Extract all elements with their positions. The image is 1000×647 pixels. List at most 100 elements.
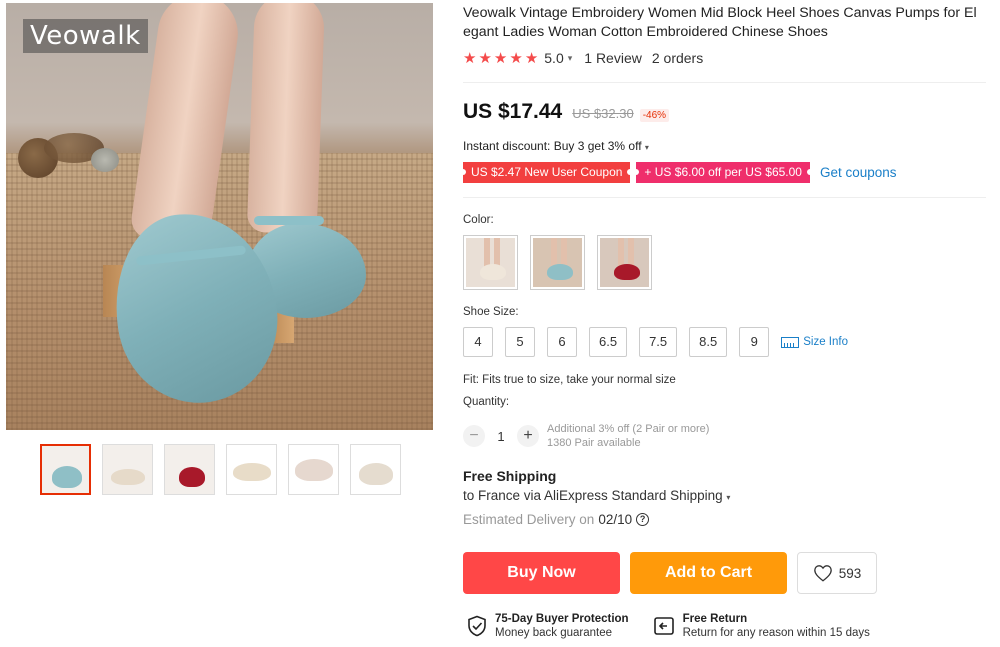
size-info-label: Size Info — [803, 336, 848, 348]
main-product-image[interactable]: Veowalk — [6, 3, 433, 430]
guarantees: 75-Day Buyer Protection Money back guara… — [467, 612, 870, 640]
star-icon: ★ — [493, 49, 508, 67]
size-option-4[interactable]: 4 — [463, 327, 493, 357]
swatch-shoe — [547, 264, 573, 280]
size-option-7-5[interactable]: 7.5 — [639, 327, 678, 357]
size-option-8-5[interactable]: 8.5 — [689, 327, 728, 357]
wishlist-count: 593 — [838, 565, 862, 581]
swatch-image — [533, 238, 582, 287]
size-option-5[interactable]: 5 — [505, 327, 535, 357]
swatch-image — [600, 238, 649, 287]
instant-discount[interactable]: Instant discount: Buy 3 get 3% off ▾ — [463, 139, 649, 153]
thumbnail-2[interactable] — [102, 444, 153, 495]
free-return-subtitle: Return for any reason within 15 days — [682, 627, 870, 639]
shipping-method[interactable]: to France via AliExpress Standard Shippi… — [463, 488, 730, 503]
shield-check-icon — [468, 615, 486, 637]
free-return-title: Free Return — [682, 613, 748, 625]
swatch-image — [466, 238, 515, 287]
image-decor — [91, 148, 119, 172]
size-option-6-5[interactable]: 6.5 — [589, 327, 628, 357]
swatch-shoe — [480, 264, 506, 280]
quantity-label: Quantity: — [463, 396, 510, 408]
chevron-down-icon: ▾ — [726, 493, 731, 502]
thumbnail-3[interactable] — [164, 444, 215, 495]
original-price: US $32.30 — [572, 106, 634, 121]
color-swatch-blue[interactable] — [530, 235, 585, 290]
orders-count: 2 orders — [651, 50, 704, 66]
shipping-method-text: to France via AliExpress Standard Shippi… — [463, 488, 723, 503]
price-row: US $17.44 US $32.30 -46% — [463, 100, 670, 124]
thumbnail-5[interactable] — [288, 444, 339, 495]
delivery-date: 02/10 — [598, 512, 633, 527]
buyer-protection-title: 75-Day Buyer Protection — [495, 613, 629, 625]
quantity-note: Additional 3% off (2 Pair or more) 1380 … — [547, 422, 709, 450]
thumbnail-strip — [40, 444, 401, 495]
ruler-icon — [781, 336, 800, 348]
buyer-protection-text: 75-Day Buyer Protection Money back guara… — [495, 612, 629, 640]
brand-watermark: Veowalk — [23, 19, 148, 53]
fit-note: Fit: Fits true to size, take your normal… — [463, 374, 676, 386]
divider — [463, 197, 986, 198]
quantity-minus-button[interactable]: − — [463, 425, 485, 447]
color-swatches — [463, 235, 652, 290]
star-icon: ★ — [509, 49, 523, 67]
quantity-value[interactable]: 1 — [485, 429, 517, 444]
get-coupons-link[interactable]: Get coupons — [820, 165, 897, 180]
thumbnail-shoe — [111, 469, 145, 485]
return-icon — [653, 617, 674, 635]
thumbnail-1[interactable] — [40, 444, 91, 495]
current-price: US $17.44 — [463, 100, 563, 123]
free-return-text: Free Return Return for any reason within… — [683, 612, 870, 640]
estimated-delivery: Estimated Delivery on 02/10 ? — [463, 512, 650, 527]
size-options: 4 5 6 6.5 7.5 8.5 9 Size Info — [463, 327, 848, 357]
thumbnail-shoe — [52, 466, 82, 488]
swatch-shoe — [614, 264, 640, 280]
wishlist-button[interactable]: 593 — [797, 552, 877, 594]
store-coupon[interactable]: + US $6.00 off per US $65.00 — [633, 162, 813, 183]
buyer-protection[interactable]: 75-Day Buyer Protection Money back guara… — [467, 612, 629, 640]
color-label: Color: — [463, 214, 494, 226]
quantity-plus-button[interactable]: + — [517, 425, 539, 447]
action-buttons: Buy Now Add to Cart 593 — [463, 552, 877, 594]
size-option-6[interactable]: 6 — [547, 327, 577, 357]
star-icon: ★ — [524, 49, 539, 67]
add-to-cart-button[interactable]: Add to Cart — [630, 552, 787, 594]
instant-discount-text: Instant discount: Buy 3 get 3% off — [463, 139, 642, 153]
buyer-protection-subtitle: Money back guarantee — [495, 627, 612, 639]
coupon-row: US $2.47 New User Coupon + US $6.00 off … — [459, 162, 897, 183]
buy-now-button[interactable]: Buy Now — [463, 552, 620, 594]
size-option-9[interactable]: 9 — [739, 327, 770, 357]
help-icon[interactable]: ? — [636, 513, 650, 526]
discount-badge: -46% — [639, 109, 670, 122]
bulk-discount-note: Additional 3% off (2 Pair or more) — [547, 423, 710, 435]
rating-score[interactable]: 5.0 — [544, 50, 563, 66]
size-info-link[interactable]: Size Info — [781, 336, 848, 348]
quantity-stepper: − 1 + Additional 3% off (2 Pair or more)… — [463, 422, 709, 450]
shipping-title: Free Shipping — [463, 468, 557, 484]
delivery-prefix: Estimated Delivery on — [463, 512, 595, 527]
thumbnail-shoe — [179, 467, 205, 487]
star-icon: ★ — [478, 49, 492, 67]
thumbnail-shoe — [233, 463, 271, 481]
free-return[interactable]: Free Return Return for any reason within… — [653, 612, 870, 640]
reviews-link[interactable]: 1 Review — [584, 50, 642, 66]
color-swatch-beige[interactable] — [463, 235, 518, 290]
rating-row: ★ ★ ★ ★ ★ 5.0 ▾ 1 Review 2 orders — [463, 50, 703, 66]
thumbnail-shoe — [359, 463, 393, 485]
chevron-down-icon: ▾ — [644, 143, 649, 152]
chevron-down-icon[interactable]: ▾ — [568, 53, 573, 64]
divider — [463, 82, 986, 83]
star-icon: ★ — [463, 49, 477, 67]
product-title: Veowalk Vintage Embroidery Women Mid Blo… — [463, 5, 977, 40]
stock-available: 1380 Pair available — [547, 437, 641, 449]
size-label: Shoe Size: — [463, 306, 519, 318]
thumbnail-6[interactable] — [350, 444, 401, 495]
rating-stars: ★ ★ ★ ★ ★ — [463, 51, 538, 66]
new-user-coupon[interactable]: US $2.47 New User Coupon — [459, 162, 634, 183]
color-swatch-red[interactable] — [597, 235, 652, 290]
heart-icon — [813, 565, 832, 582]
thumbnail-4[interactable] — [226, 444, 277, 495]
thumbnail-shoe — [295, 459, 333, 481]
image-strap — [254, 216, 324, 225]
image-leg — [246, 3, 326, 235]
